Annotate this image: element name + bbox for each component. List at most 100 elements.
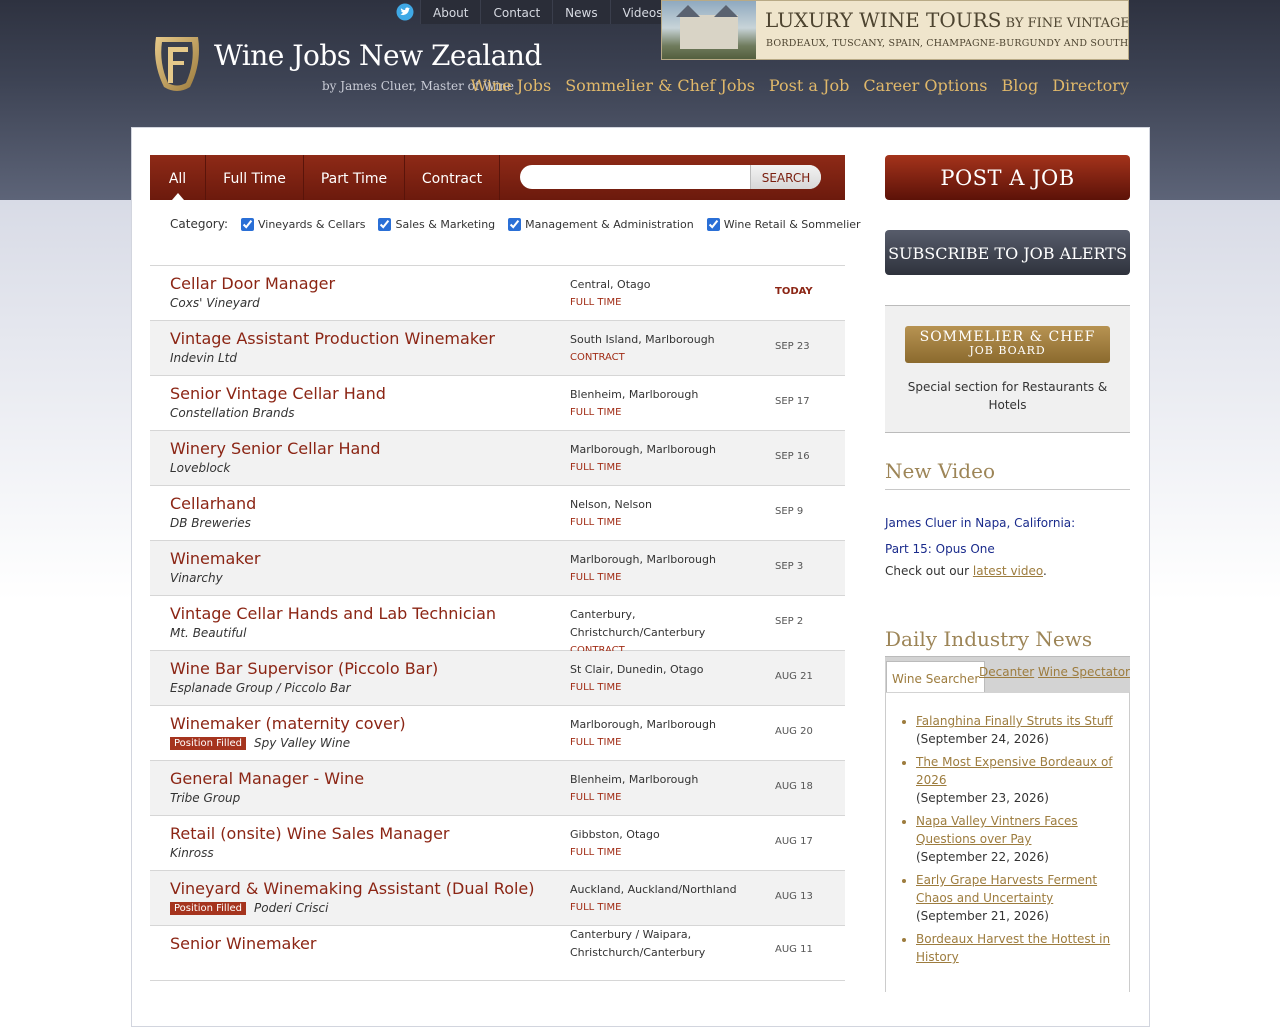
sommelier-button-line2: JOB BOARD xyxy=(969,344,1046,357)
sommelier-button-line1: SOMMELIER & CHEF xyxy=(919,329,1096,345)
position-filled-badge: Position Filled xyxy=(170,901,246,915)
tab-wine-searcher[interactable]: Wine Searcher xyxy=(886,661,986,692)
nav-blog[interactable]: Blog xyxy=(1001,76,1038,95)
category-management-administration[interactable]: Management & Administration xyxy=(505,217,694,231)
job-title[interactable]: General Manager - Wine xyxy=(170,769,364,788)
job-row[interactable]: Winery Senior Cellar Hand Loveblock Marl… xyxy=(150,431,845,486)
job-search: SEARCH xyxy=(520,165,821,189)
news-date: (September 22, 2026) xyxy=(916,850,1049,864)
tab-full-time[interactable]: Full Time xyxy=(206,155,304,200)
job-title[interactable]: Senior Vintage Cellar Hand xyxy=(170,384,386,403)
search-input[interactable] xyxy=(526,167,750,189)
job-location: Blenheim, Marlborough xyxy=(570,388,699,401)
category-checkbox[interactable] xyxy=(508,217,522,231)
nav-career-options[interactable]: Career Options xyxy=(863,76,987,95)
subscribe-job-alerts-button[interactable]: SUBSCRIBE TO JOB ALERTS xyxy=(885,230,1130,275)
job-type: FULL TIME xyxy=(570,407,622,418)
nav-sommelier-chef-jobs[interactable]: Sommelier & Chef Jobs xyxy=(565,76,755,95)
job-row[interactable]: Cellarhand DB Breweries Nelson, Nelson FU… xyxy=(150,486,845,541)
news-link[interactable]: Bordeaux Harvest the Hottest in History xyxy=(916,932,1110,964)
post-a-job-button[interactable]: POST A JOB xyxy=(885,155,1130,200)
category-checkbox[interactable] xyxy=(378,217,392,231)
job-location: Canterbury / Waipara, Christchurch/Cante… xyxy=(570,928,706,959)
tab-contract[interactable]: Contract xyxy=(405,155,500,200)
new-video-heading: New Video xyxy=(885,459,1130,490)
job-type: FULL TIME xyxy=(570,792,622,803)
job-date: AUG 18 xyxy=(775,781,813,792)
job-company: Esplanade Group / Piccolo Bar xyxy=(170,681,351,695)
job-title[interactable]: Winery Senior Cellar Hand xyxy=(170,439,381,458)
job-location-block: Blenheim, Marlborough FULL TIME xyxy=(570,771,760,807)
job-row[interactable]: Wine Bar Supervisor (Piccolo Bar) Esplan… xyxy=(150,651,845,706)
search-button[interactable]: SEARCH xyxy=(750,165,821,189)
job-location-block: Auckland, Auckland/Northland FULL TIME xyxy=(570,881,760,917)
daily-news-heading: Daily Industry News xyxy=(885,627,1093,651)
top-nav: About Contact News Videos xyxy=(390,0,675,24)
job-location-block: Canterbury / Waipara, Christchurch/Cante… xyxy=(570,926,760,962)
category-vineyards-cellars[interactable]: Vineyards & Cellars xyxy=(238,217,365,231)
topnav-contact[interactable]: Contact xyxy=(480,0,553,24)
job-title[interactable]: Vintage Cellar Hands and Lab Technician xyxy=(170,604,496,623)
job-date: AUG 21 xyxy=(775,671,813,682)
job-location: Gibbston, Otago xyxy=(570,828,660,841)
tab-wine-spectator[interactable]: Wine Spectator xyxy=(1038,665,1130,679)
job-date: AUG 11 xyxy=(775,944,813,955)
job-title[interactable]: Winemaker (maternity cover) xyxy=(170,714,406,733)
job-location: Nelson, Nelson xyxy=(570,498,652,511)
twitter-icon[interactable] xyxy=(390,0,420,24)
job-row[interactable]: Retail (onsite) Wine Sales Manager Kinro… xyxy=(150,816,845,871)
job-row[interactable]: Senior Winemaker Canterbury / Waipara, C… xyxy=(150,926,845,981)
job-company: Vinarchy xyxy=(170,571,223,585)
job-row[interactable]: Vintage Cellar Hands and Lab Technician … xyxy=(150,596,845,656)
news-link[interactable]: Napa Valley Vintners Faces Questions ove… xyxy=(916,814,1078,846)
job-title[interactable]: Winemaker xyxy=(170,549,260,568)
job-type: FULL TIME xyxy=(570,682,622,693)
job-title[interactable]: Senior Winemaker xyxy=(170,934,316,953)
category-checkbox[interactable] xyxy=(706,217,720,231)
job-row[interactable]: Vintage Assistant Production Winemaker I… xyxy=(150,321,845,376)
site-logo[interactable]: Wine Jobs New Zealand by James Cluer, Ma… xyxy=(150,33,542,98)
news-link[interactable]: The Most Expensive Bordeaux of 2026 xyxy=(916,755,1113,787)
job-row[interactable]: General Manager - Wine Tribe Group Blenh… xyxy=(150,761,845,816)
job-row[interactable]: Winemaker Vinarchy Marlborough, Marlboro… xyxy=(150,541,845,596)
job-row[interactable]: Winemaker (maternity cover) Position Fil… xyxy=(150,706,845,761)
job-location: Blenheim, Marlborough xyxy=(570,773,699,786)
category-checkbox[interactable] xyxy=(240,217,254,231)
tab-all[interactable]: All xyxy=(150,155,206,200)
latest-video-link[interactable]: latest video xyxy=(973,564,1043,578)
job-location: South Island, Marlborough xyxy=(570,333,715,346)
news-date: (September 24, 2026) xyxy=(916,732,1049,746)
topnav-news[interactable]: News xyxy=(552,0,610,24)
news-link[interactable]: Falanghina Finally Struts its Stuff xyxy=(916,714,1113,728)
job-type: FULL TIME xyxy=(570,297,622,308)
job-location-block: St Clair, Dunedin, Otago FULL TIME xyxy=(570,661,760,697)
job-location-block: Gibbston, Otago FULL TIME xyxy=(570,826,760,862)
tab-decanter[interactable]: Decanter xyxy=(979,665,1034,679)
tab-part-time[interactable]: Part Time xyxy=(304,155,405,200)
wine-tours-banner[interactable]: LUXURY WINE TOURS BY FINE VINTAGE LTD BO… xyxy=(661,0,1129,60)
job-row[interactable]: Cellar Door Manager Coxs' Vineyard Centr… xyxy=(150,266,845,321)
category-label: Category: xyxy=(170,217,228,231)
job-title[interactable]: Vineyard & Winemaking Assistant (Dual Ro… xyxy=(170,879,535,898)
category-sales-marketing[interactable]: Sales & Marketing xyxy=(375,217,495,231)
logo-mark-icon xyxy=(155,37,199,91)
nav-directory[interactable]: Directory xyxy=(1052,76,1129,95)
banner-headline: LUXURY WINE TOURS BY FINE VINTAGE LTD xyxy=(765,8,1129,32)
sommelier-chef-job-board-button[interactable]: SOMMELIER & CHEF JOB BOARD xyxy=(905,326,1110,363)
video-link[interactable]: James Cluer in Napa, California: Part 15… xyxy=(885,510,1130,562)
job-company: Mt. Beautiful xyxy=(170,626,247,640)
job-row[interactable]: Senior Vintage Cellar Hand Constellation… xyxy=(150,376,845,431)
news-link[interactable]: Early Grape Harvests Ferment Chaos and U… xyxy=(916,873,1097,905)
job-title[interactable]: Wine Bar Supervisor (Piccolo Bar) xyxy=(170,659,438,678)
nav-post-a-job[interactable]: Post a Job xyxy=(769,76,849,95)
job-title[interactable]: Cellarhand xyxy=(170,494,256,513)
job-title[interactable]: Vintage Assistant Production Winemaker xyxy=(170,329,495,348)
job-title[interactable]: Retail (onsite) Wine Sales Manager xyxy=(170,824,449,843)
nav-wine-jobs[interactable]: Wine Jobs xyxy=(471,76,552,95)
position-filled-badge: Position Filled xyxy=(170,736,246,750)
category-wine-retail-sommelier[interactable]: Wine Retail & Sommelier xyxy=(704,217,861,231)
job-date: TODAY xyxy=(775,286,813,297)
topnav-about[interactable]: About xyxy=(420,0,481,24)
job-title[interactable]: Cellar Door Manager xyxy=(170,274,335,293)
job-row[interactable]: Vineyard & Winemaking Assistant (Dual Ro… xyxy=(150,871,845,926)
